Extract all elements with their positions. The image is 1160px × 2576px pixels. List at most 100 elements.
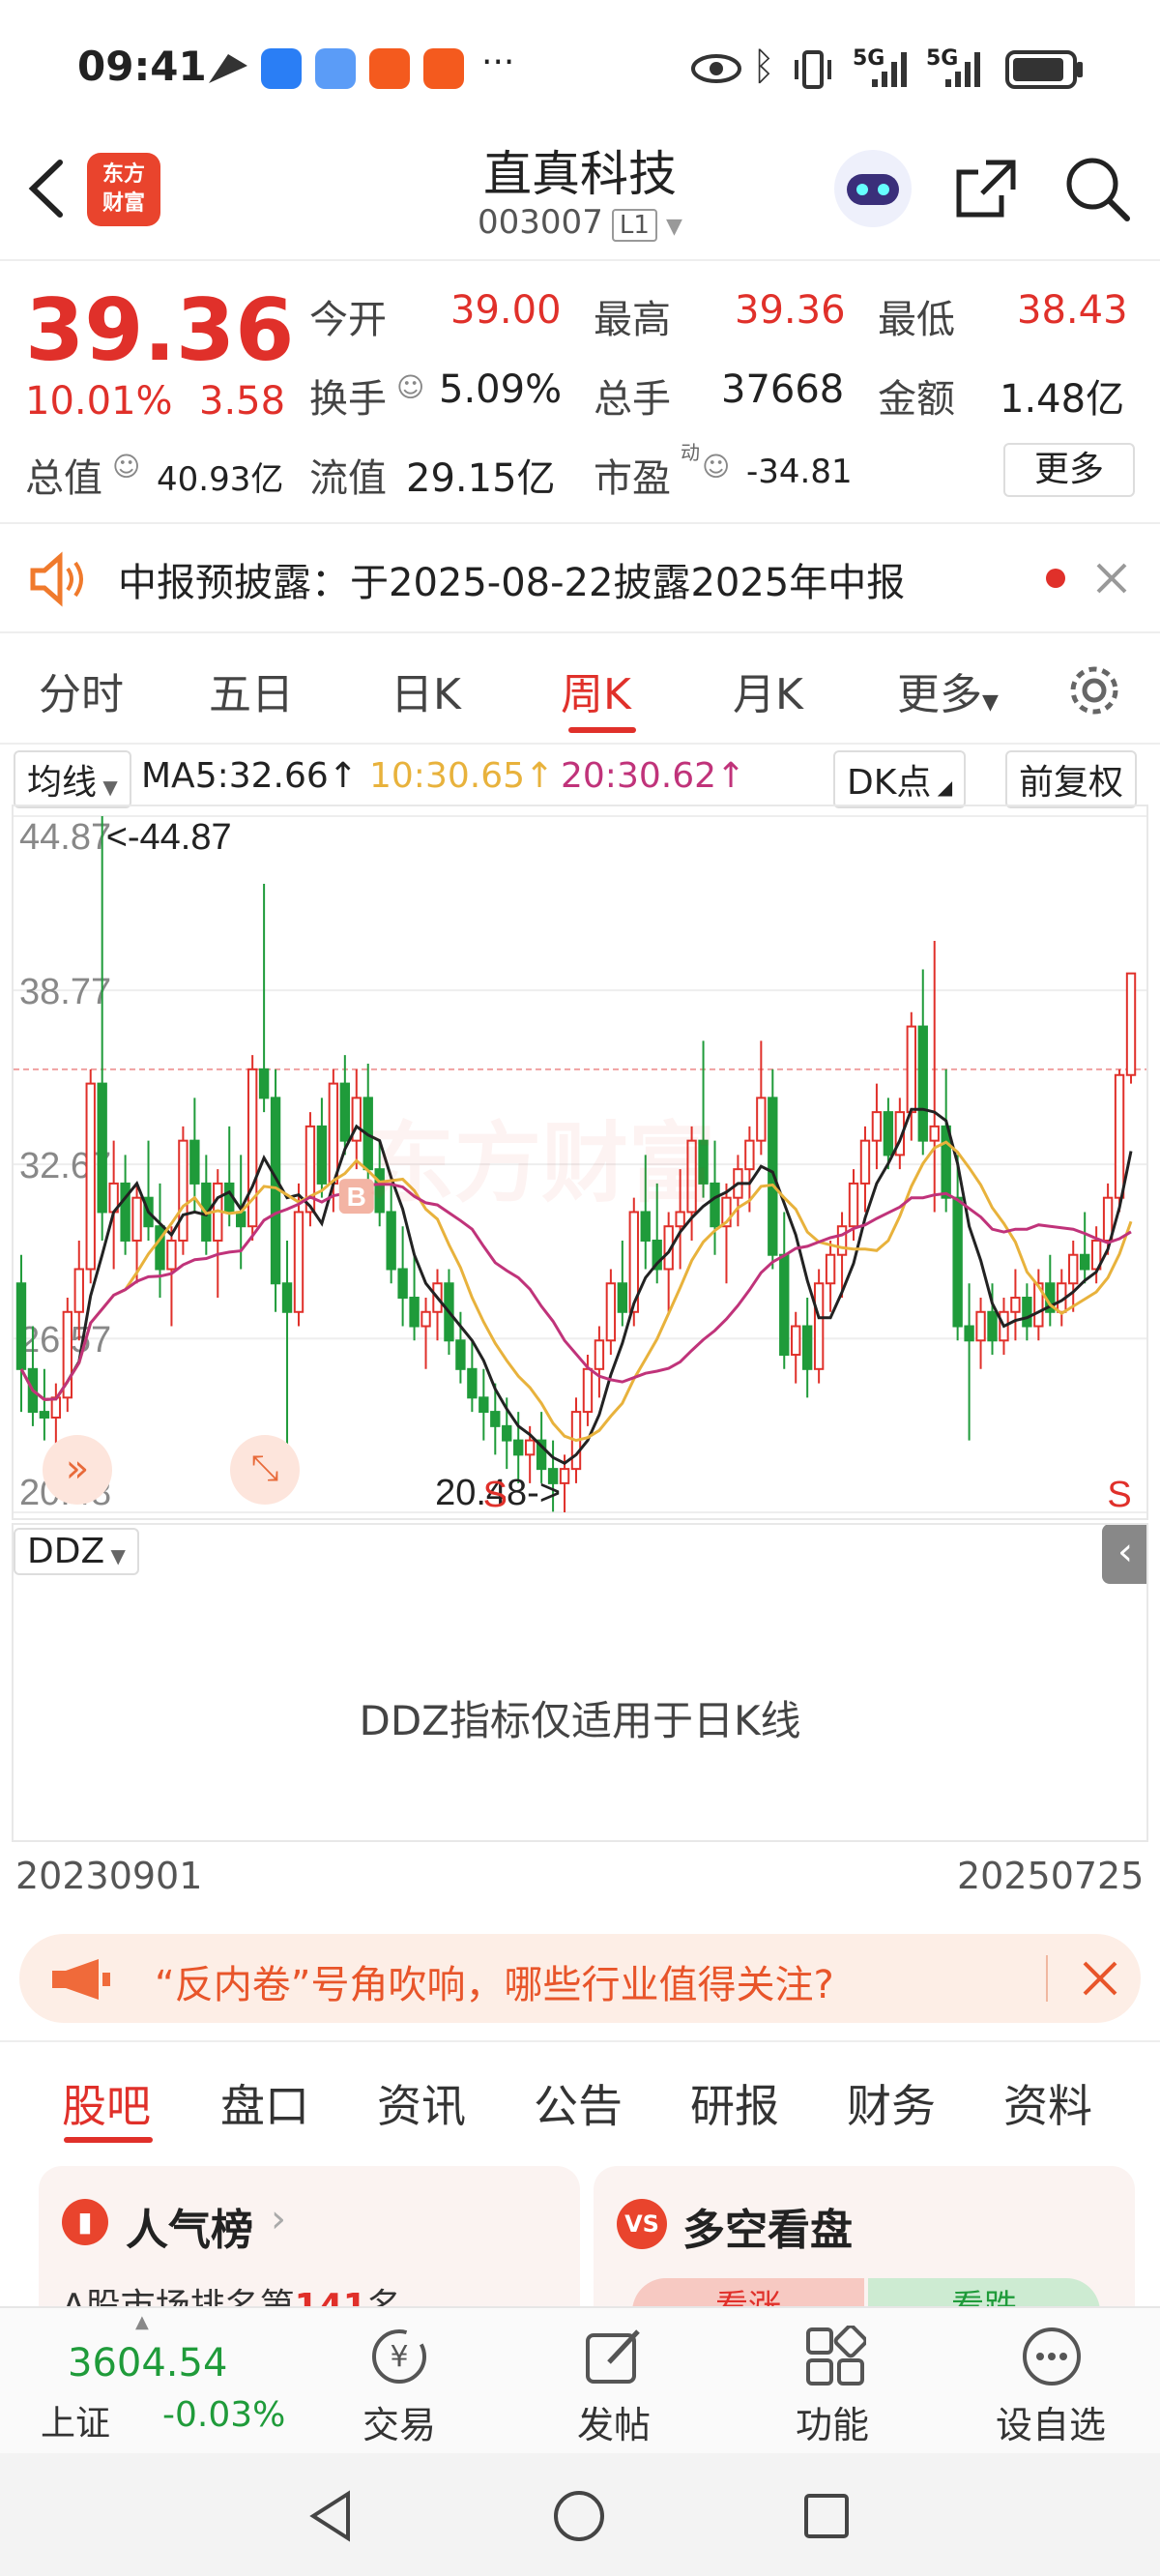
indicator-message: DDZ指标仅适用于日K线: [359, 1697, 801, 1744]
candle-body: [1022, 1297, 1032, 1328]
banner-divider: [1046, 1955, 1048, 2002]
tab-weekly-k[interactable]: 周K: [561, 659, 631, 721]
signal-icon: [872, 52, 907, 87]
tab-guba[interactable]: 股吧: [62, 2071, 151, 2135]
tab-profile[interactable]: 资料: [1003, 2071, 1092, 2135]
tab-daily-k[interactable]: 日K: [391, 659, 461, 721]
close-notice-icon[interactable]: [1092, 559, 1131, 598]
candle-body: [1114, 1073, 1125, 1199]
info-icon[interactable]: ☺: [396, 371, 424, 403]
pe-info-icon[interactable]: ☺: [702, 451, 730, 483]
candle-body: [97, 1082, 107, 1214]
volume-label: 总手: [594, 377, 671, 422]
candle-body: [386, 1211, 396, 1271]
fullscreen-icon[interactable]: ⤡: [230, 1435, 300, 1505]
tab-more-label: 更多: [897, 670, 982, 719]
chevron-right-icon: ›: [271, 2197, 286, 2241]
ai-robot-icon[interactable]: [829, 145, 916, 232]
candle-body: [906, 1025, 916, 1114]
candle-body: [467, 1367, 478, 1399]
dk-chevron-icon: ◢: [931, 776, 953, 799]
nav-back-icon[interactable]: [307, 2490, 356, 2542]
candle-body: [1010, 1297, 1021, 1313]
unread-dot: [1046, 569, 1065, 588]
search-icon[interactable]: [1061, 153, 1133, 224]
post-button[interactable]: 发帖: [541, 2395, 686, 2448]
chevron-down-icon: ▼: [666, 215, 682, 239]
candle-body: [502, 1424, 512, 1442]
candle-body: [801, 1325, 813, 1370]
megaphone-icon: [52, 1959, 110, 2000]
high-value: 39.36: [735, 288, 846, 333]
low-label: 最低: [878, 298, 955, 342]
add-watchlist-button[interactable]: 设自选: [978, 2395, 1123, 2448]
tab-order-book[interactable]: 盘口: [220, 2071, 309, 2135]
candle-body: [779, 1253, 790, 1357]
level-badge: L1: [611, 209, 657, 242]
close-banner-icon[interactable]: [1081, 1959, 1119, 1998]
pe-label: 市盈: [594, 456, 671, 501]
promo-banner[interactable]: “反内卷”号角吹响，哪些行业值得关注?: [19, 1934, 1141, 2023]
candle-body: [617, 1282, 628, 1313]
candle-body: [293, 1211, 304, 1313]
tab-news[interactable]: 资讯: [377, 2071, 466, 2135]
tab-monthly-k[interactable]: 月K: [733, 659, 803, 721]
total-value-info-icon[interactable]: ☺: [112, 451, 140, 483]
share-icon[interactable]: [951, 155, 1021, 222]
nav-home-icon[interactable]: [551, 2488, 607, 2544]
tab-announcements[interactable]: 公告: [534, 2071, 623, 2135]
more-quote-button[interactable]: 更多: [1003, 443, 1135, 497]
tab-five-day[interactable]: 五日: [209, 659, 294, 721]
speaker-icon: [30, 551, 83, 607]
candle-body: [15, 1282, 27, 1370]
buy-marker-label: B: [347, 1182, 366, 1212]
tab-more-chevron-icon: ▼: [982, 690, 999, 715]
candle-body: [941, 1125, 951, 1199]
turnover-value: 5.09%: [439, 367, 563, 412]
tab-more[interactable]: 更多▼: [897, 659, 999, 721]
candle-body: [490, 1411, 501, 1427]
tab-finance[interactable]: 财务: [847, 2071, 936, 2135]
nav-recents-icon[interactable]: [802, 2492, 851, 2540]
expand-left-icon[interactable]: »: [43, 1435, 112, 1505]
expand-up-icon[interactable]: ▲: [135, 2312, 149, 2332]
candle-body: [883, 1111, 894, 1156]
candle-body: [859, 1139, 871, 1185]
sell-marker: S: [483, 1475, 508, 1515]
ma-indicator-label: 均线: [27, 763, 98, 803]
settings-gear-icon[interactable]: [1065, 661, 1123, 719]
functions-button[interactable]: 功能: [760, 2395, 905, 2448]
bluetooth-icon: ᛒ: [752, 44, 775, 89]
candle-body: [236, 1211, 246, 1228]
svg-text:¥: ¥: [390, 2340, 408, 2374]
dk-point-select[interactable]: DK点 ◢: [833, 750, 967, 808]
pe-sup: 动: [681, 441, 700, 464]
candle-body: [397, 1268, 408, 1300]
date-start: 20230901: [15, 1855, 203, 1897]
taobao-app-icon-2: [423, 48, 464, 89]
trade-button[interactable]: 交易: [327, 2395, 472, 2448]
more-notifications: ···: [481, 43, 515, 82]
candle-body: [409, 1297, 420, 1328]
float-value: 29.15亿: [406, 456, 556, 501]
message-app-icon: [315, 48, 356, 89]
ma5-value: MA5:32.66↑: [141, 756, 358, 796]
ma-indicator-select[interactable]: 均线 ▼: [14, 750, 131, 808]
tab-intraday[interactable]: 分时: [39, 659, 124, 721]
trade-yen-icon: ¥: [372, 2329, 426, 2384]
banner-text: “反内卷”号角吹响，哪些行业值得关注?: [155, 1963, 834, 2007]
candle-body: [189, 1139, 200, 1185]
watermark-logo: 东方财富: [367, 1113, 715, 1215]
candle-body: [848, 1182, 859, 1228]
vibrate-icon: [795, 50, 831, 89]
candle-body: [178, 1139, 188, 1242]
candle-body: [744, 1139, 755, 1171]
index-value[interactable]: 3604.54: [68, 2341, 227, 2386]
active-tab-indicator: [568, 727, 636, 733]
vs-icon: VS: [617, 2199, 667, 2249]
candle-body: [328, 1082, 339, 1185]
adjust-select[interactable]: 前复权: [1005, 750, 1138, 808]
candle-body: [1068, 1253, 1079, 1285]
tab-research[interactable]: 研报: [690, 2071, 779, 2135]
sell-marker: S: [1107, 1475, 1131, 1515]
